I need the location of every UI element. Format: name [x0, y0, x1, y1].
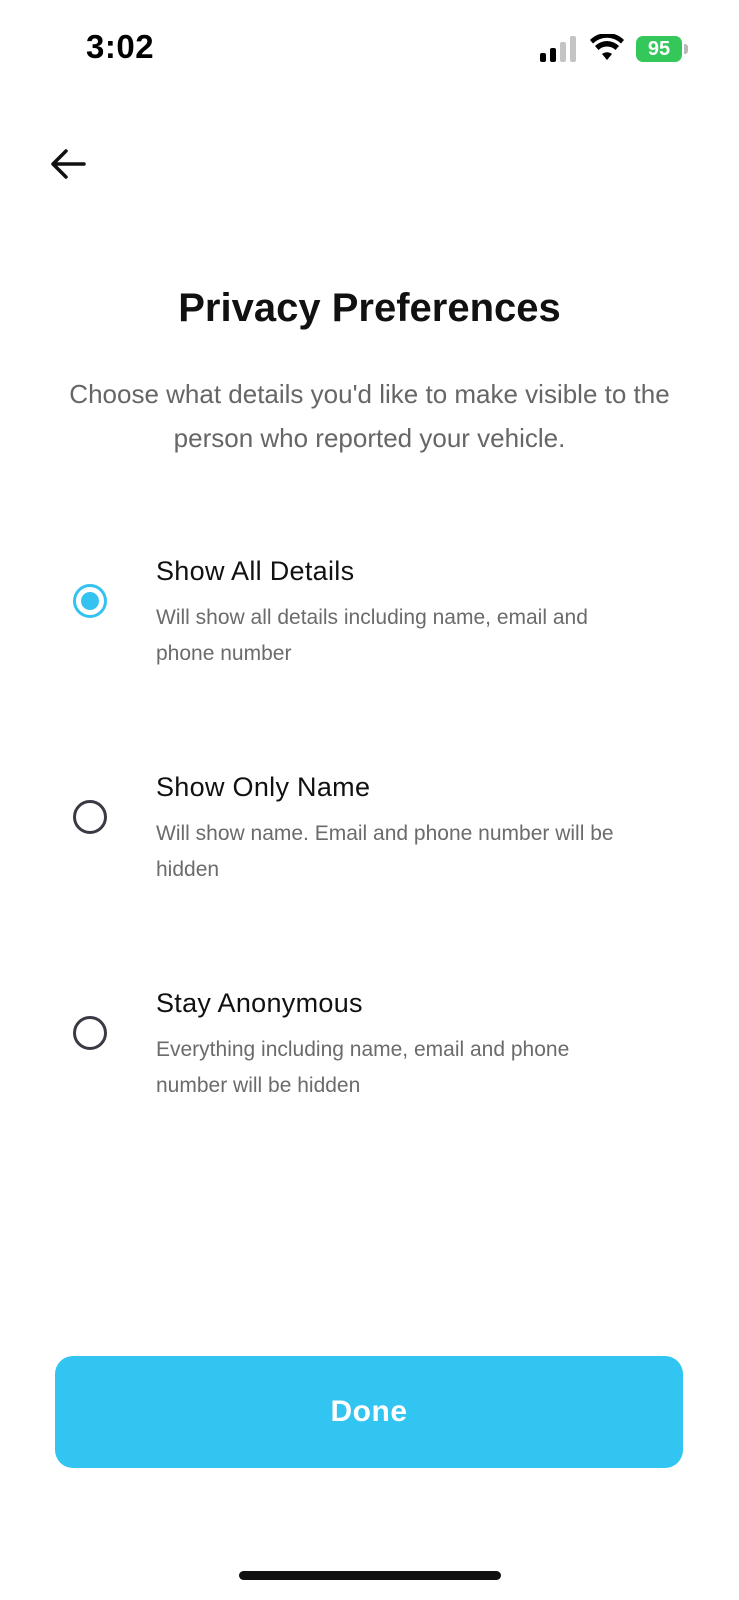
option-show-all-details[interactable]: Show All Details Will show all details i… [60, 556, 680, 706]
home-indicator [239, 1571, 501, 1580]
status-bar: 3:02 95 [0, 0, 739, 100]
radio-show-all-details[interactable] [73, 584, 107, 618]
option-stay-anonymous[interactable]: Stay Anonymous Everything including name… [60, 988, 680, 1138]
option-description: Will show all details including name, em… [156, 606, 588, 665]
option-title: Show All Details [156, 556, 355, 586]
battery-level: 95 [636, 36, 682, 62]
option-title: Show Only Name [156, 772, 371, 802]
radio-stay-anonymous[interactable] [73, 1016, 107, 1050]
wifi-icon [590, 34, 624, 60]
battery-cap [684, 44, 688, 54]
signal-icon [540, 36, 576, 62]
page-subtitle: Choose what details you'd like to make v… [69, 379, 670, 453]
battery-icon: 95 [636, 36, 688, 62]
option-show-only-name[interactable]: Show Only Name Will show name. Email and… [60, 772, 680, 922]
arrow-left-icon[interactable] [44, 140, 92, 188]
status-time: 3:02 [86, 28, 155, 65]
option-description: Will show name. Email and phone number w… [156, 822, 614, 881]
option-description: Everything including name, email and pho… [156, 1038, 570, 1097]
radio-show-only-name[interactable] [73, 800, 107, 834]
option-title: Stay Anonymous [156, 988, 363, 1018]
page-title: Privacy Preferences [178, 286, 561, 330]
done-button[interactable]: Done [55, 1356, 683, 1468]
